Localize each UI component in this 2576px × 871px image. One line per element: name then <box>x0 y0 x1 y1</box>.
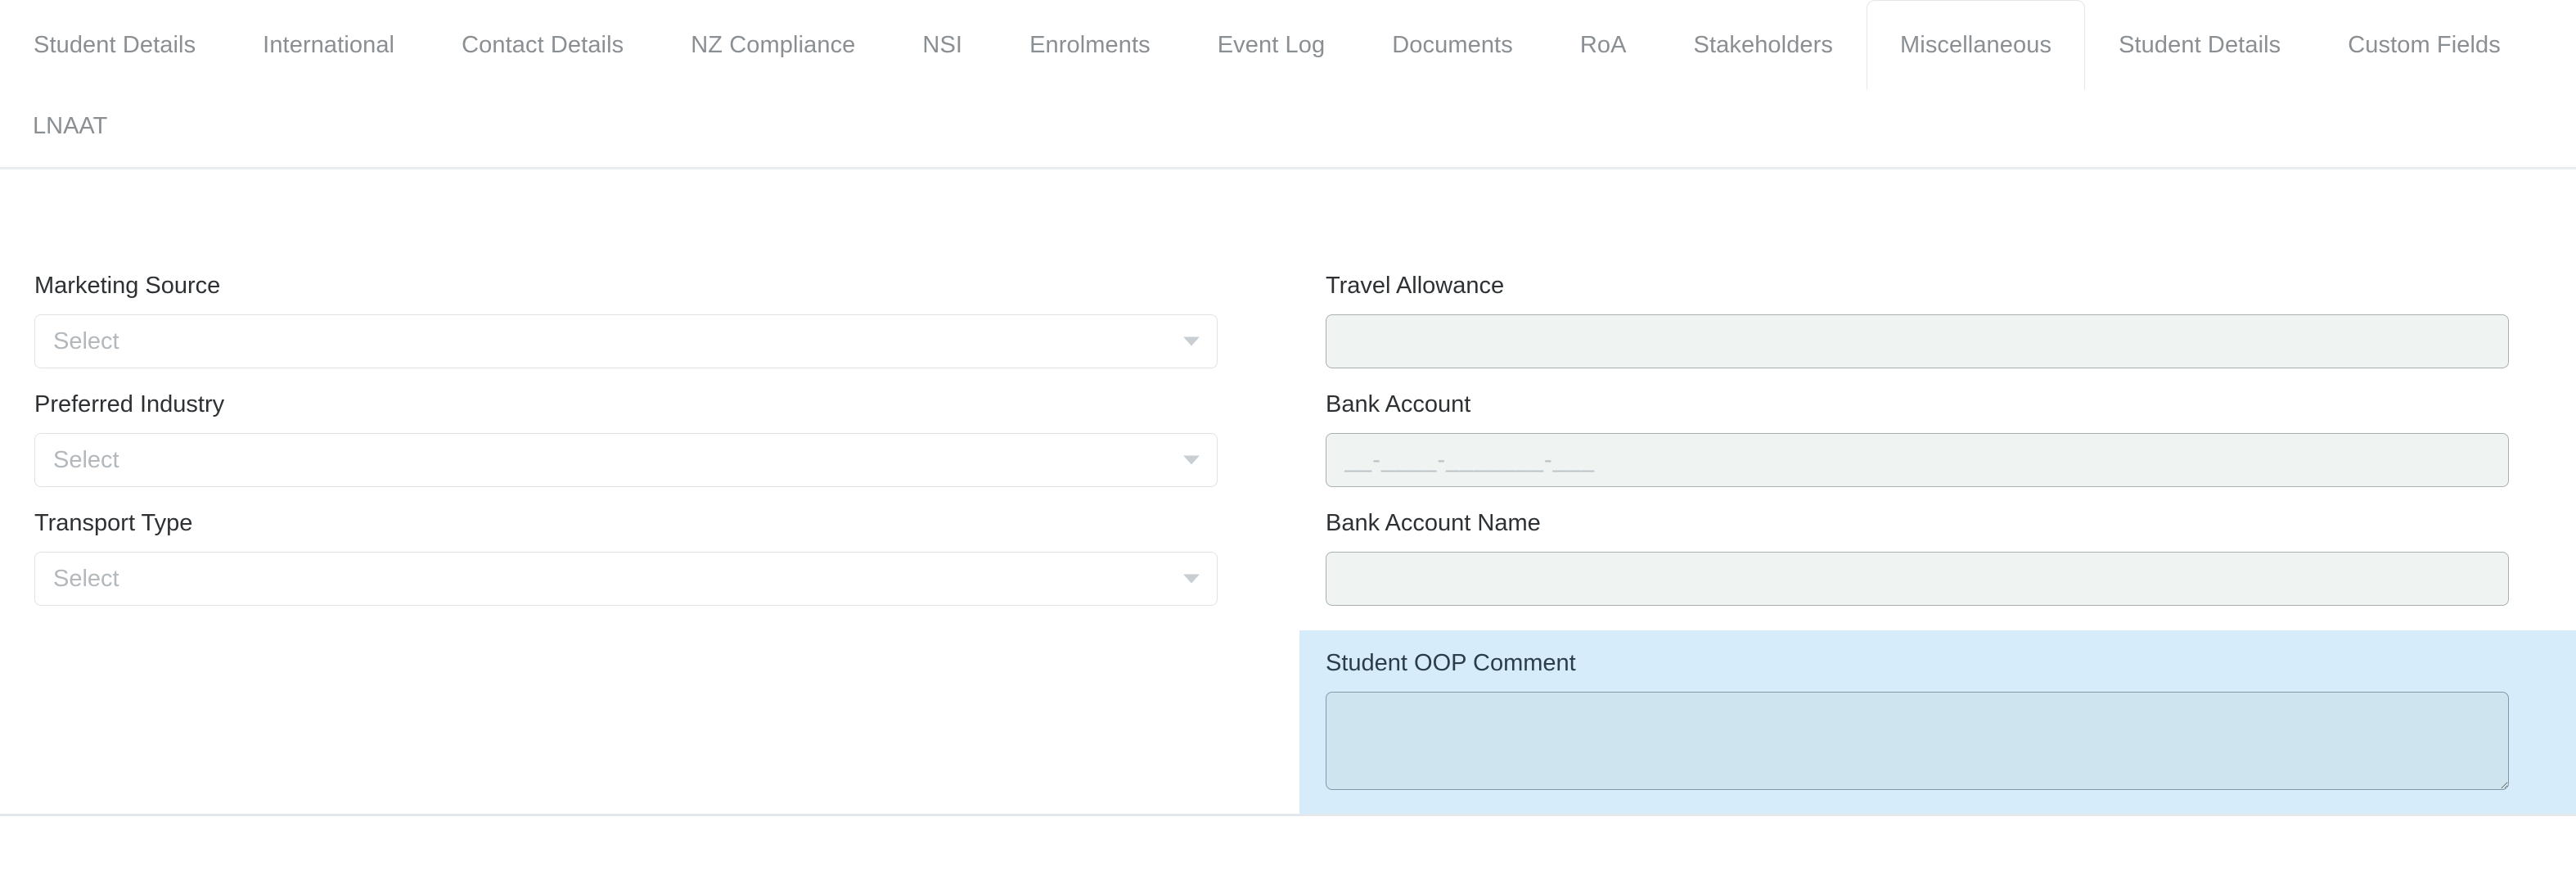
form-content: Marketing Source Select Preferred Indust… <box>0 169 2576 816</box>
tab-label: Student Details <box>34 31 196 58</box>
travel-allowance-input[interactable] <box>1326 314 2509 368</box>
secondary-tab-list: LNAAT <box>0 94 2576 160</box>
field-bank-account-name: Bank Account Name <box>1326 512 2525 606</box>
student-oop-comment-textarea[interactable] <box>1326 692 2509 790</box>
tab-label: Enrolments <box>1029 31 1151 58</box>
bank-account-name-input[interactable] <box>1326 552 2509 606</box>
tab-custom-fields[interactable]: Custom Fields <box>2314 0 2534 90</box>
tab-label: RoA <box>1579 31 1627 58</box>
tab-label: Miscellaneous <box>1900 31 2052 58</box>
tab-nz-compliance[interactable]: NZ Compliance <box>657 0 889 90</box>
student-oop-comment-label: Student OOP Comment <box>1326 650 1576 676</box>
tab-stakeholders[interactable]: Stakeholders <box>1660 0 1867 90</box>
field-transport-type: Transport Type Select <box>34 512 1218 606</box>
transport-type-label: Transport Type <box>34 510 193 536</box>
marketing-source-select-wrapper[interactable]: Select <box>34 314 1218 368</box>
preferred-industry-select-wrapper[interactable]: Select <box>34 433 1218 487</box>
tab-miscellaneous[interactable]: Miscellaneous <box>1867 0 2086 90</box>
field-preferred-industry: Preferred Industry Select <box>34 393 1218 487</box>
form-columns: Marketing Source Select Preferred Indust… <box>0 169 2576 815</box>
form-column-left: Marketing Source Select Preferred Indust… <box>0 169 1299 815</box>
marketing-source-label: Marketing Source <box>34 273 221 299</box>
tab-label: International <box>263 31 395 58</box>
tab-label: Documents <box>1392 31 1513 58</box>
tab-student-details[interactable]: Student Details <box>0 0 229 90</box>
tab-label: Event Log <box>1217 31 1326 58</box>
tab-enrolments[interactable]: Enrolments <box>996 0 1184 90</box>
tab-label: NZ Compliance <box>691 31 856 58</box>
field-marketing-source: Marketing Source Select <box>34 274 1218 368</box>
transport-type-select-wrapper[interactable]: Select <box>34 552 1218 606</box>
tab-bar: Student Details International Contact De… <box>0 0 2576 169</box>
primary-tab-list: Student Details International Contact De… <box>0 0 2576 169</box>
transport-type-select[interactable]: Select <box>34 552 1218 606</box>
student-oop-comment-panel: Student OOP Comment <box>1299 630 2576 815</box>
tab-label: Contact Details <box>462 31 624 58</box>
tab-label: Stakeholders <box>1693 31 1834 58</box>
tab-event-log[interactable]: Event Log <box>1184 0 1359 90</box>
tab-nsi[interactable]: NSI <box>889 0 996 90</box>
preferred-industry-label: Preferred Industry <box>34 391 225 417</box>
form-column-right: Travel Allowance Bank Account Bank Accou… <box>1299 169 2576 815</box>
tab-documents[interactable]: Documents <box>1358 0 1547 90</box>
bank-account-label: Bank Account <box>1326 391 1471 417</box>
tab-label: NSI <box>922 31 963 58</box>
tab-student-details-secondary[interactable]: Student Details <box>2085 0 2314 90</box>
tab-label: Custom Fields <box>2348 31 2501 58</box>
field-student-oop-comment: Student OOP Comment <box>1326 652 2550 790</box>
tab-roa[interactable]: RoA <box>1547 0 1660 90</box>
tab-lnaat[interactable]: LNAAT <box>0 94 140 160</box>
marketing-source-select[interactable]: Select <box>34 314 1218 368</box>
bank-account-input[interactable] <box>1326 433 2509 487</box>
travel-allowance-label: Travel Allowance <box>1326 273 1505 299</box>
field-bank-account: Bank Account <box>1326 393 2525 487</box>
miscellaneous-page: Student Details International Contact De… <box>0 0 2576 871</box>
page-bottom-divider <box>0 814 2576 816</box>
tab-label: Student Details <box>2119 31 2281 58</box>
preferred-industry-select[interactable]: Select <box>34 433 1218 487</box>
tab-contact-details[interactable]: Contact Details <box>428 0 657 90</box>
field-travel-allowance: Travel Allowance <box>1326 274 2525 368</box>
tab-label: LNAAT <box>33 113 108 139</box>
bank-account-name-label: Bank Account Name <box>1326 510 1541 536</box>
tab-international[interactable]: International <box>229 0 428 90</box>
